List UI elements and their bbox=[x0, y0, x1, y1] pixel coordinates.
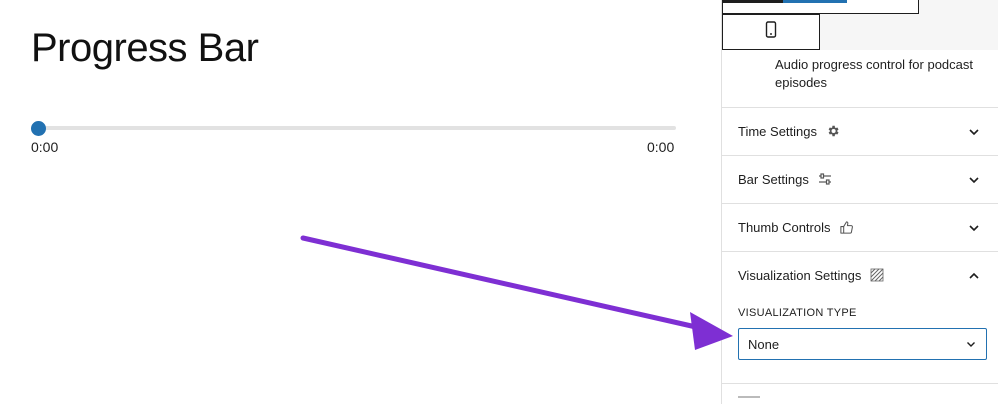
visualization-type-select[interactable]: None bbox=[738, 328, 987, 360]
progress-thumb[interactable] bbox=[31, 121, 46, 136]
panel-thumb-controls[interactable]: Thumb Controls bbox=[722, 203, 998, 251]
total-time: 0:00 bbox=[647, 139, 675, 155]
panel-label: Visualization Settings bbox=[738, 267, 862, 283]
panel-time-settings[interactable]: Time Settings bbox=[722, 107, 998, 155]
panel-divider bbox=[722, 383, 998, 384]
panel-label: Thumb Controls bbox=[738, 219, 831, 235]
panel-label: Bar Settings bbox=[738, 171, 809, 187]
chevron-down-icon bbox=[969, 225, 979, 232]
page-title[interactable]: Progress Bar bbox=[31, 26, 259, 71]
settings-sidebar: Audio progress control for podcast episo… bbox=[721, 0, 998, 404]
pattern-icon bbox=[869, 267, 885, 283]
editor-canvas: Progress Bar 0:00 0:00 bbox=[0, 0, 721, 404]
chevron-up-icon bbox=[969, 272, 979, 279]
current-time: 0:00 bbox=[31, 139, 59, 155]
gear-icon bbox=[825, 123, 841, 139]
chevron-down-icon bbox=[969, 177, 979, 184]
panel-label: Time Settings bbox=[738, 123, 817, 139]
visualization-type-label: VISUALIZATION TYPE bbox=[738, 307, 857, 319]
chevron-down-icon bbox=[967, 342, 975, 347]
active-tab-indicator bbox=[783, 0, 847, 3]
progress-track[interactable] bbox=[38, 126, 676, 130]
block-description: Audio progress control for podcast episo… bbox=[775, 57, 973, 90]
panel-next-peek[interactable] bbox=[738, 396, 760, 401]
thumbs-up-icon bbox=[838, 219, 854, 235]
panel-visualization-settings[interactable]: Visualization Settings bbox=[722, 251, 998, 299]
mobile-device-icon bbox=[765, 21, 777, 43]
sliders-icon bbox=[817, 171, 833, 187]
panel-bar-settings[interactable]: Bar Settings bbox=[722, 155, 998, 203]
select-value: None bbox=[748, 336, 780, 352]
chevron-down-icon bbox=[969, 129, 979, 136]
responsive-tabs[interactable] bbox=[722, 0, 919, 14]
mobile-device-button[interactable] bbox=[722, 14, 820, 50]
